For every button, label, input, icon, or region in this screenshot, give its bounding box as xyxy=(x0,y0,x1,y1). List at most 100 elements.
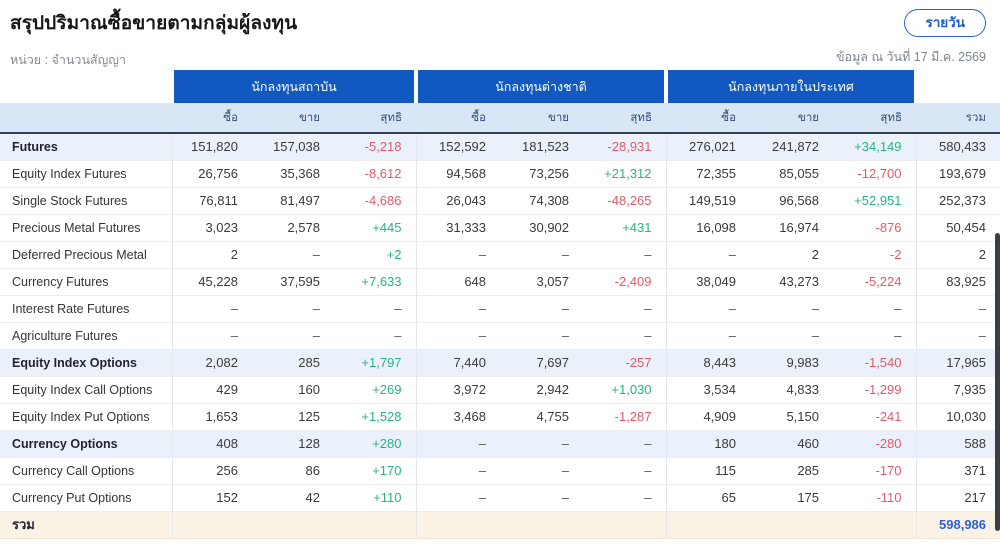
group-header-cell: นักลงทุนภายในประเทศ xyxy=(666,70,917,103)
table-cell: -28,931 xyxy=(583,133,667,161)
table-cell: 149,519 xyxy=(665,187,751,215)
table-cell: – xyxy=(583,322,667,350)
table-cell: – xyxy=(583,241,667,269)
total-row-empty-cell xyxy=(750,511,834,539)
row-label: Equity Index Options xyxy=(0,349,172,377)
table-cell: – xyxy=(583,295,667,323)
table-cell: 3,057 xyxy=(500,268,584,296)
table-cell: – xyxy=(500,322,584,350)
table-cell: 217 xyxy=(915,484,1000,512)
table-row: Agriculture Futures – – – – – – – – – – xyxy=(0,322,1000,350)
table-row: Equity Index Call Options 429 160 +269 3,972… xyxy=(0,376,1000,404)
table-cell: – xyxy=(334,295,417,323)
table-cell: -170 xyxy=(833,457,917,485)
table-cell: 3,023 xyxy=(171,214,252,242)
table-cell: 10,030 xyxy=(915,403,1000,431)
table-cell: – xyxy=(171,322,252,350)
table-cell: +7,633 xyxy=(334,268,417,296)
table-row: Currency Options 408 128 +280– – –180 460 -280 5… xyxy=(0,430,1000,458)
table-cell: – xyxy=(583,430,667,458)
table-cell: 1,653 xyxy=(171,403,252,431)
table-cell: +110 xyxy=(334,484,417,512)
table-cell: 160 xyxy=(252,376,334,404)
table-cell: 76,811 xyxy=(171,187,252,215)
table-cell: 26,043 xyxy=(415,187,501,215)
table-cell: – xyxy=(252,241,334,269)
table-cell: -8,612 xyxy=(334,160,417,188)
table-cell: 35,368 xyxy=(252,160,334,188)
table-cell: +269 xyxy=(334,376,417,404)
table-row: Futures 151,820 157,038 -5,218 152,592 181,52… xyxy=(0,133,1000,161)
table-cell: 648 xyxy=(415,268,501,296)
table-cell: – xyxy=(415,295,501,323)
row-label: Interest Rate Futures xyxy=(0,295,172,323)
table-cell: 115 xyxy=(665,457,751,485)
table-cell: -48,265 xyxy=(583,187,667,215)
table-cell: +34,149 xyxy=(833,133,917,161)
table-row: Currency Futures 45,228 37,595 +7,633 648 3,0… xyxy=(0,268,1000,296)
table-cell: – xyxy=(415,430,501,458)
total-row-empty-cell xyxy=(334,511,417,539)
table-cell: +52,951 xyxy=(833,187,917,215)
as-of-date: ข้อมูล ณ วันที่ 17 มี.ค. 2569 xyxy=(836,50,986,64)
table-cell: 30,902 xyxy=(500,214,584,242)
row-label: Single Stock Futures xyxy=(0,187,172,215)
table-cell: -1,540 xyxy=(833,349,917,377)
total-row-label: รวม xyxy=(0,511,172,539)
table-cell: 371 xyxy=(915,457,1000,485)
table-cell: – xyxy=(500,241,584,269)
row-label: Precious Metal Futures xyxy=(0,214,172,242)
total-row-empty-cell xyxy=(252,511,334,539)
group-header-row: นักลงทุนสถาบัน นักลงทุนต่างชาติ นักลงทุนภา… xyxy=(0,70,1000,103)
row-label: Currency Options xyxy=(0,430,172,458)
investor-group-header-foreign: นักลงทุนต่างชาติ xyxy=(418,70,665,103)
table-cell: – xyxy=(583,457,667,485)
table-cell: -257 xyxy=(583,349,667,377)
investor-group-header-institution: นักลงทุนสถาบัน xyxy=(174,70,415,103)
total-row-empty-cell xyxy=(583,511,667,539)
table-cell: 45,228 xyxy=(171,268,252,296)
row-label: Agriculture Futures xyxy=(0,322,172,350)
group-header-blank xyxy=(0,70,172,103)
row-label: Currency Put Options xyxy=(0,484,172,512)
table-cell: 256 xyxy=(171,457,252,485)
table-cell: -241 xyxy=(833,403,917,431)
table-cell: 42 xyxy=(252,484,334,512)
table-cell: – xyxy=(415,484,501,512)
table-cell: 37,595 xyxy=(252,268,334,296)
total-row: รวม 598,986 xyxy=(0,511,1000,539)
table-cell: 2,082 xyxy=(171,349,252,377)
table-cell: +2 xyxy=(334,241,417,269)
table-cell: +280 xyxy=(334,430,417,458)
daily-view-button[interactable]: รายวัน xyxy=(904,9,986,38)
page-title: สรุปปริมาณซื้อขายตามกลุ่มผู้ลงทุน xyxy=(10,13,298,34)
table-cell: – xyxy=(500,430,584,458)
table-cell: 241,872 xyxy=(750,133,834,161)
table-row: Currency Call Options 256 86 +170– – –115 285-… xyxy=(0,457,1000,485)
table-cell: 3,468 xyxy=(415,403,501,431)
table-cell: +1,797 xyxy=(334,349,417,377)
total-row-empty-cell xyxy=(415,511,501,539)
table-cell: 7,697 xyxy=(500,349,584,377)
row-label: Currency Futures xyxy=(0,268,172,296)
page: สรุปปริมาณซื้อขายตามกลุ่มผู้ลงทุน หน่วย … xyxy=(0,0,1000,554)
table-cell: -1,299 xyxy=(833,376,917,404)
table-cell: 5,150 xyxy=(750,403,834,431)
table-cell: 43,273 xyxy=(750,268,834,296)
table-cell: 285 xyxy=(750,457,834,485)
table-cell: 50,454 xyxy=(915,214,1000,242)
table-cell: 2,578 xyxy=(252,214,334,242)
table-cell: – xyxy=(583,484,667,512)
table-cell: 74,308 xyxy=(500,187,584,215)
table-row: Precious Metal Futures 3,023 2,578 +445 31,3… xyxy=(0,214,1000,242)
scrollbar-thumb[interactable] xyxy=(995,233,1000,531)
subheader-sell: ขาย xyxy=(750,103,834,134)
table-cell: -4,686 xyxy=(334,187,417,215)
table-row: Single Stock Futures 76,811 81,497 -4,686 26… xyxy=(0,187,1000,215)
table-cell: 2,942 xyxy=(500,376,584,404)
table-cell: 26,756 xyxy=(171,160,252,188)
group-header-cell: นักลงทุนต่างชาติ xyxy=(416,70,667,103)
table-cell: -1,287 xyxy=(583,403,667,431)
table-cell: – xyxy=(415,241,501,269)
subheader-total: รวม xyxy=(916,103,1000,134)
